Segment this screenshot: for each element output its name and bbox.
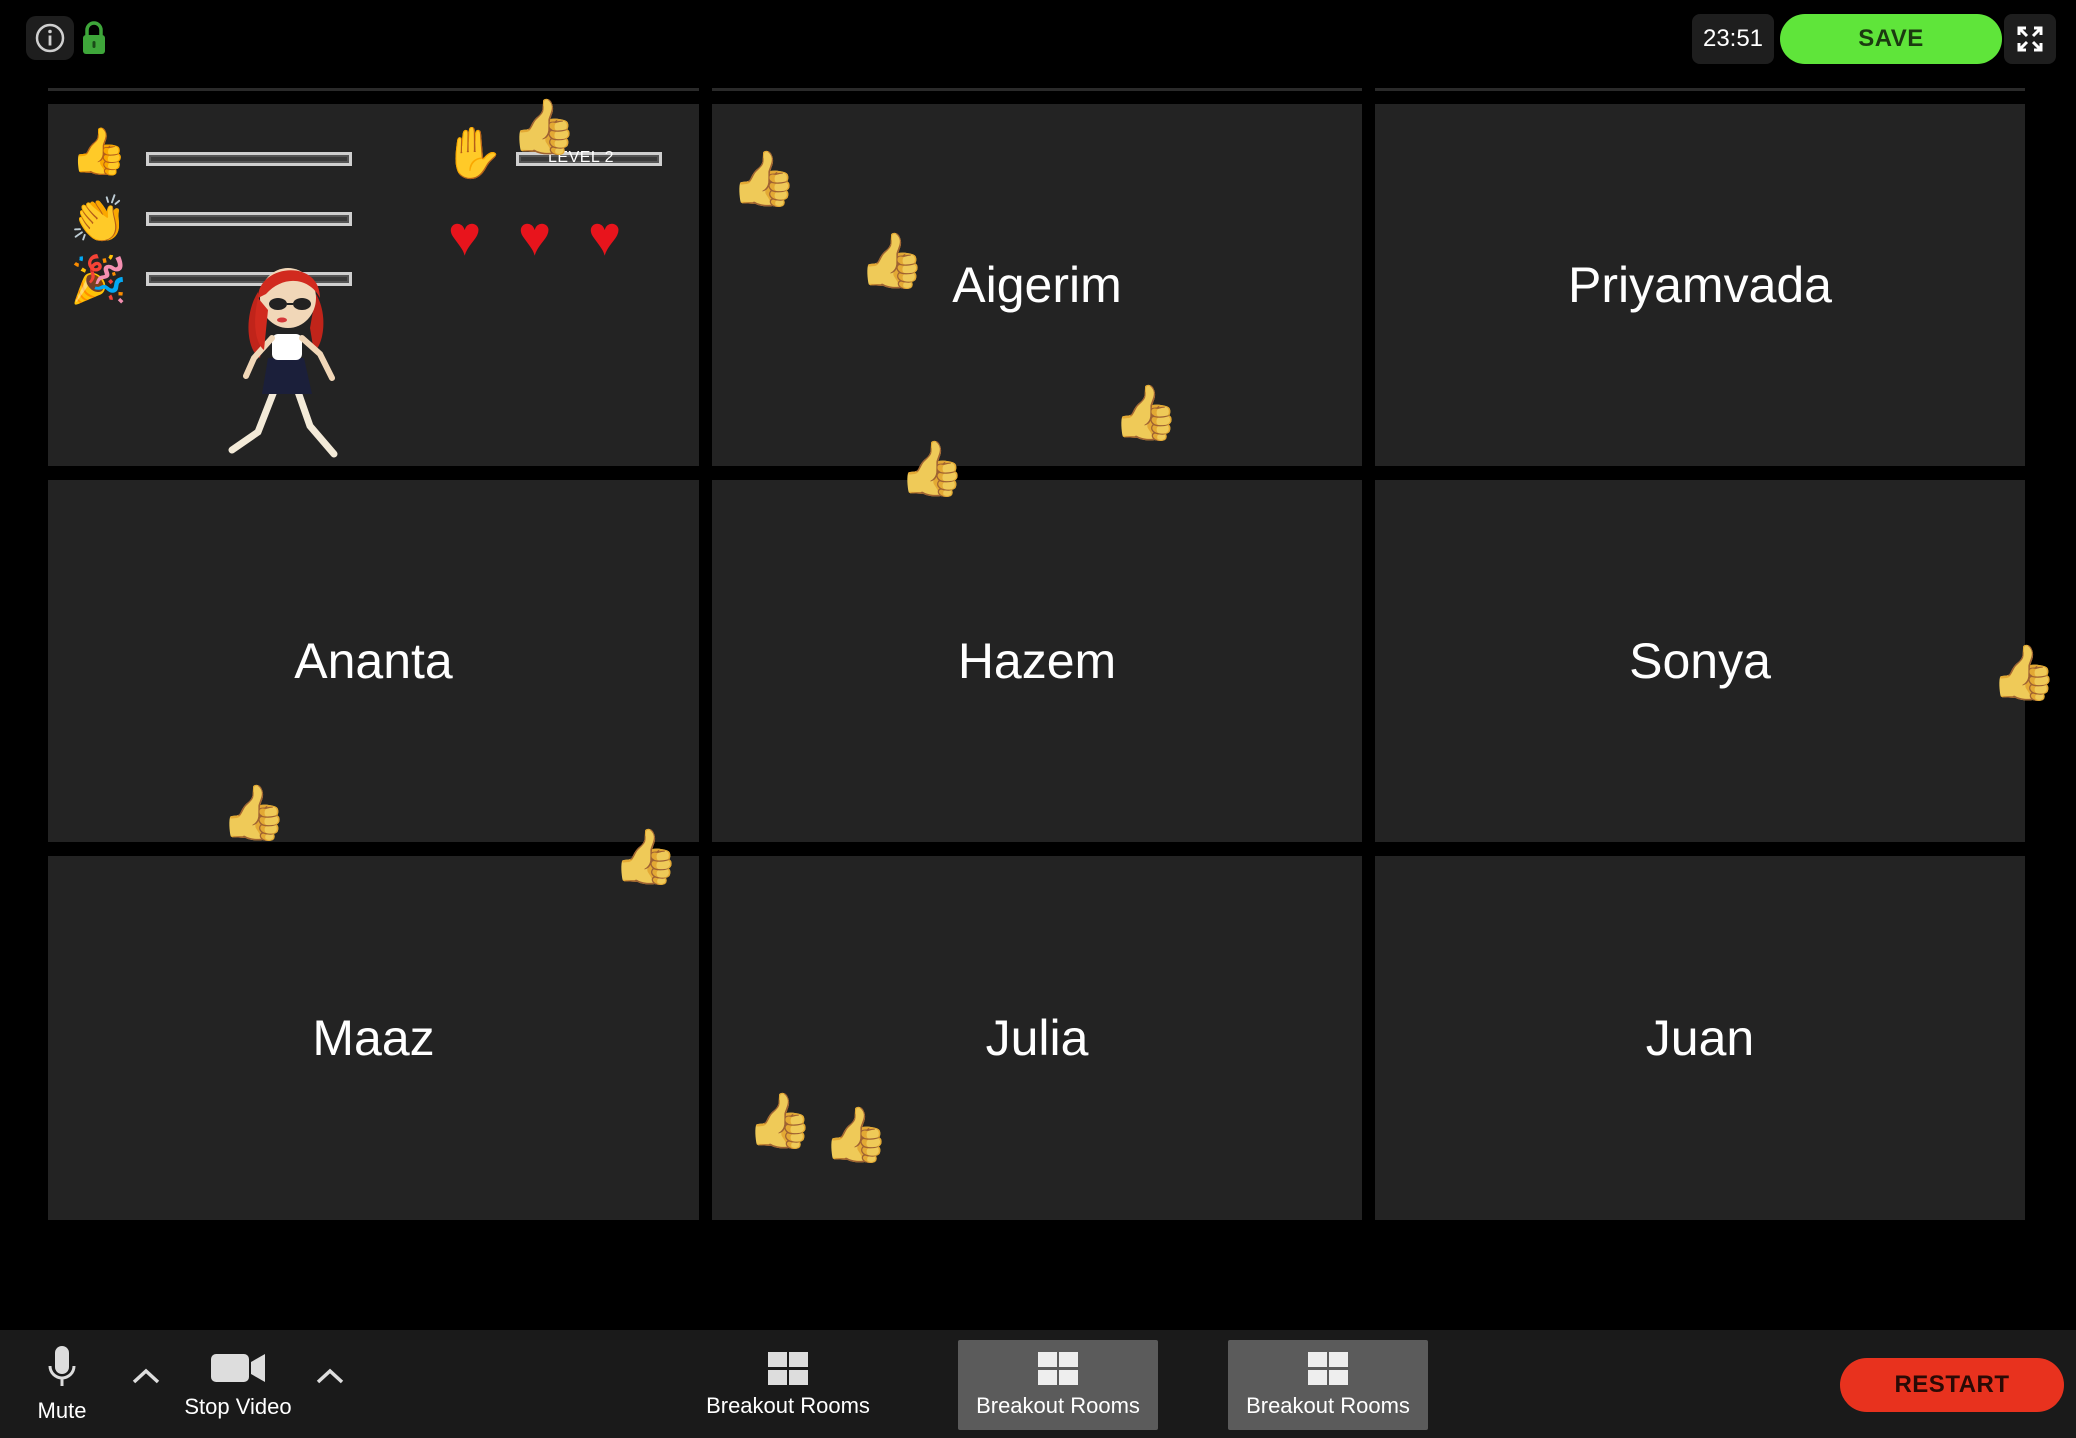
- heart-icon: ♥: [448, 204, 482, 267]
- clapping-progress-bar: [146, 212, 352, 226]
- participant-name: Hazem: [957, 633, 1117, 689]
- heart-icon: ♥: [588, 204, 622, 267]
- save-button[interactable]: SAVE: [1780, 14, 2002, 64]
- breakout-rooms-icon: [768, 1352, 808, 1385]
- thumbs-up-icon: 👍: [1112, 383, 1180, 443]
- participant-name: Maaz: [312, 1010, 435, 1066]
- breakout-rooms-icon: [1038, 1352, 1078, 1385]
- participant-tile[interactable]: Sonya: [1375, 480, 2025, 842]
- breakout-rooms-button[interactable]: Breakout Rooms: [1228, 1340, 1428, 1430]
- thumbs-up-icon: 👍: [730, 149, 798, 209]
- participant-tile[interactable]: Aigerim: [712, 104, 1362, 466]
- thumbs-up-icon: 👍: [746, 1091, 814, 1151]
- divider: [48, 88, 699, 91]
- party-popper-icon: 🎉: [70, 253, 128, 305]
- participant-name: Sonya: [1629, 633, 1771, 689]
- lock-icon[interactable]: [80, 20, 108, 56]
- thumbs-up-icon: 👍: [858, 231, 926, 291]
- participant-tile[interactable]: Julia: [712, 856, 1362, 1220]
- participant-name: Ananta: [294, 633, 453, 689]
- heart-icon: ♥: [518, 204, 552, 267]
- thumbs-up-icon: 👍: [1990, 643, 2058, 703]
- participant-tile[interactable]: Juan: [1375, 856, 2025, 1220]
- info-icon-glyph: [35, 23, 65, 53]
- breakout-rooms-label: Breakout Rooms: [706, 1393, 870, 1418]
- breakout-rooms-label: Breakout Rooms: [1246, 1393, 1410, 1418]
- mute-button[interactable]: Mute: [22, 1338, 102, 1430]
- bottom-toolbar: Mute Stop Video Breakout Rooms Breakout …: [0, 1330, 2076, 1438]
- participant-tile[interactable]: Ananta: [48, 480, 699, 842]
- thumbs-up-icon: 👍: [510, 97, 578, 157]
- participant-tile[interactable]: Maaz: [48, 856, 699, 1220]
- thumbs-up-progress-bar: [146, 152, 352, 166]
- video-options-chevron-up-icon[interactable]: [310, 1356, 350, 1396]
- top-bar: 23:51 SAVE: [0, 0, 2076, 82]
- microphone-icon: [48, 1346, 76, 1386]
- divider: [1375, 88, 2025, 91]
- video-camera-icon: [211, 1354, 265, 1382]
- mute-label: Mute: [37, 1398, 87, 1423]
- participant-name: Juan: [1645, 1010, 1755, 1066]
- fullscreen-icon-glyph: [2017, 26, 2043, 52]
- raised-hand-icon: ✋: [442, 125, 505, 181]
- breakout-rooms-icon: [1308, 1352, 1348, 1385]
- fullscreen-icon[interactable]: [2004, 14, 2056, 64]
- stop-video-button[interactable]: Stop Video: [170, 1338, 306, 1430]
- breakout-rooms-button[interactable]: Breakout Rooms: [688, 1340, 888, 1430]
- stop-video-label: Stop Video: [184, 1394, 292, 1419]
- clapping-hands-icon: 👏: [70, 193, 128, 245]
- participant-name: Priyamvada: [1568, 257, 1832, 313]
- restart-button[interactable]: RESTART: [1840, 1358, 2064, 1412]
- breakout-rooms-label: Breakout Rooms: [976, 1393, 1140, 1418]
- timer: 23:51: [1692, 14, 1774, 64]
- participant-name: Aigerim: [952, 257, 1122, 313]
- character-avatar[interactable]: [224, 254, 354, 460]
- divider: [712, 88, 1362, 91]
- thumbs-up-icon: 👍: [898, 439, 966, 499]
- thumbs-up-icon: 👍: [220, 783, 288, 843]
- participant-tile[interactable]: Priyamvada: [1375, 104, 2025, 466]
- thumbs-up-icon: 👍: [70, 125, 128, 177]
- thumbs-up-icon: 👍: [822, 1105, 890, 1165]
- thumbs-up-icon: 👍: [612, 827, 680, 887]
- breakout-rooms-button[interactable]: Breakout Rooms: [958, 1340, 1158, 1430]
- info-icon[interactable]: [26, 16, 74, 60]
- participant-tile[interactable]: Hazem: [712, 480, 1362, 842]
- audio-options-chevron-up-icon[interactable]: [126, 1356, 166, 1396]
- participant-name: Julia: [985, 1010, 1089, 1066]
